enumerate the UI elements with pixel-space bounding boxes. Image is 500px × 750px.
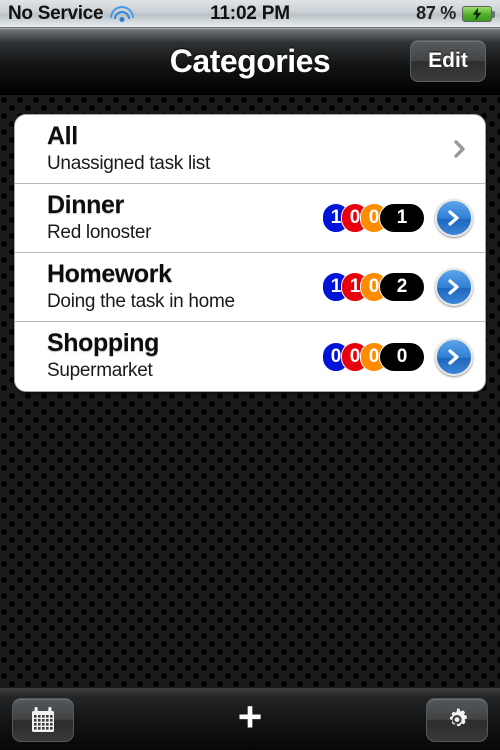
chevron-right-icon	[448, 348, 459, 365]
edit-button[interactable]: Edit	[410, 40, 486, 82]
battery-percent-label: 87 %	[416, 3, 456, 23]
battery-charging-icon	[462, 5, 495, 22]
status-bar-right: 87 %	[416, 3, 495, 24]
chevron-right-icon	[454, 140, 465, 158]
status-bar-left: No Service	[8, 3, 416, 25]
calendar-icon	[32, 706, 54, 732]
chevron-right-icon	[448, 210, 459, 226]
calendar-button[interactable]	[12, 697, 74, 742]
category-row[interactable]: Dinner Red lonoster 1 0 0 1	[15, 184, 485, 253]
task-count-badges: 1102	[322, 272, 425, 302]
badge-black: 2	[379, 272, 425, 302]
page-title: Categories	[169, 42, 331, 79]
navigation-bar: Categories Edit	[0, 28, 500, 95]
add-button[interactable]: +	[220, 693, 280, 742]
chevron-right-icon	[448, 279, 459, 295]
disclosure-button[interactable]	[435, 337, 473, 376]
category-subtitle: Unassigned task list	[47, 152, 210, 174]
category-row-text: Dinner Red lonoster	[47, 190, 322, 245]
task-count-badges: 1001	[322, 203, 425, 233]
bottom-toolbar: +	[0, 688, 500, 750]
task-count-badges: 0000	[322, 341, 425, 372]
badge-black: 0	[379, 341, 425, 372]
carrier-label: No Service	[8, 2, 104, 24]
category-row[interactable]: Shopping Supermarket 0 0 0 0	[15, 322, 485, 391]
category-title: Homework	[47, 259, 172, 288]
disclosure-indicator	[447, 133, 473, 165]
category-subtitle: Supermarket	[47, 360, 153, 382]
status-bar: No Service 11:02 PM 87 %	[0, 0, 500, 28]
category-row[interactable]: Homework Doing the task in home 1 1 0 2	[15, 253, 485, 322]
content-area: All Unassigned task list Dinner Red lonoste…	[0, 95, 500, 392]
category-title: All	[47, 121, 78, 150]
category-title: Dinner	[47, 190, 124, 219]
lightning-bolt-icon	[472, 7, 482, 20]
settings-button[interactable]	[426, 697, 488, 742]
category-row[interactable]: All Unassigned task list	[15, 115, 485, 184]
app-screen: No Service 11:02 PM 87 % Categories Edit…	[0, 0, 500, 750]
badge-black: 1	[379, 203, 425, 233]
wifi-icon	[110, 5, 135, 22]
category-list: All Unassigned task list Dinner Red lonoste…	[14, 114, 486, 392]
category-subtitle: Red lonoster	[47, 221, 152, 243]
disclosure-button[interactable]	[435, 268, 473, 306]
category-row-text: All Unassigned task list	[47, 121, 447, 176]
category-subtitle: Doing the task in home	[47, 290, 235, 312]
gear-icon	[450, 707, 467, 726]
category-row-text: Shopping Supermarket	[47, 330, 322, 383]
plus-icon: +	[237, 693, 263, 740]
category-row-text: Homework Doing the task in home	[47, 259, 322, 314]
disclosure-button[interactable]	[435, 199, 473, 237]
category-title: Shopping	[47, 329, 160, 358]
